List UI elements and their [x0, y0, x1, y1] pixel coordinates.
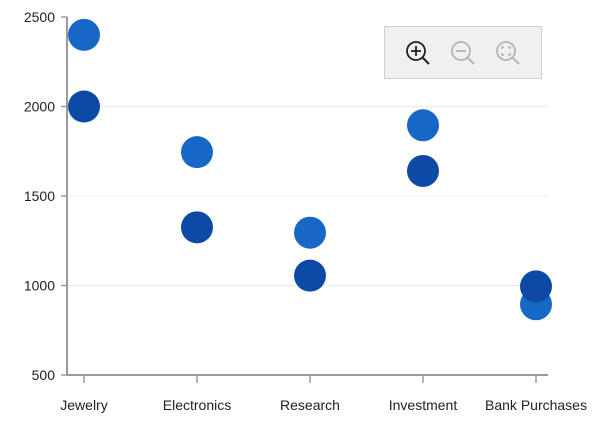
grid-lines: [67, 106, 548, 286]
zoom-out-icon: [451, 40, 475, 65]
series-2-point[interactable]: [68, 18, 100, 51]
series-2-point[interactable]: [181, 136, 213, 169]
y-tick-label: 2000: [24, 99, 55, 115]
x-tick-label: Investment: [389, 397, 458, 413]
series-1-point[interactable]: [294, 259, 326, 292]
y-tick-label: 1000: [24, 278, 55, 294]
series-2-point[interactable]: [407, 109, 439, 142]
x-tick-label: Electronics: [163, 397, 231, 413]
series-1-point[interactable]: [407, 154, 439, 187]
y-axis-ticks: 500 1000 1500 2000 2500: [24, 9, 67, 383]
series-1-point[interactable]: [68, 90, 100, 123]
reset-zoom-button[interactable]: [491, 36, 525, 70]
reset-zoom-icon: [496, 40, 521, 65]
y-tick-label: 500: [32, 367, 56, 383]
series-1-point[interactable]: [520, 270, 552, 303]
x-tick-label: Jewelry: [60, 397, 107, 413]
zoom-in-icon: [405, 40, 430, 65]
series-1-point[interactable]: [181, 211, 213, 244]
series-2-point[interactable]: [294, 216, 326, 249]
zoom-toolbar: [384, 26, 542, 79]
y-tick-label: 2500: [24, 9, 55, 25]
x-tick-label: Research: [280, 397, 340, 413]
y-tick-label: 1500: [24, 188, 55, 204]
zoom-out-button[interactable]: [446, 36, 480, 70]
x-axis-ticks: Jewelry Electronics Research Investment Bank…: [60, 375, 587, 413]
zoom-in-button[interactable]: [401, 36, 435, 70]
x-tick-label: Bank Purchases: [485, 397, 587, 413]
